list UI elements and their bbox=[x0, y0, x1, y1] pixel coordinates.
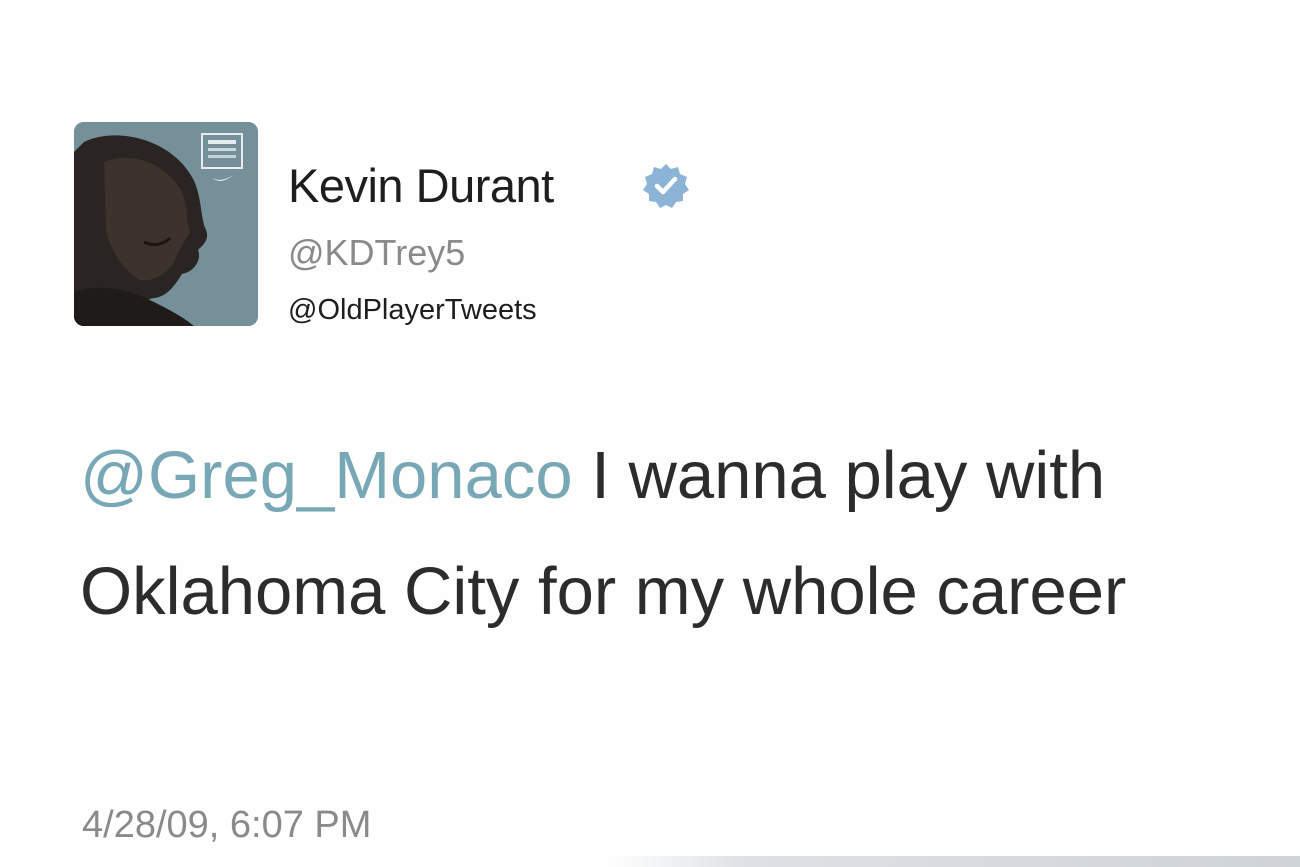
mention-link[interactable]: @Greg_Monaco bbox=[80, 438, 573, 513]
bottom-divider bbox=[610, 856, 1300, 867]
verified-badge-icon bbox=[643, 164, 689, 208]
source-watermark: @OldPlayerTweets bbox=[288, 294, 537, 326]
user-handle[interactable]: @KDTrey5 bbox=[288, 232, 465, 274]
tweet-text: @Greg_Monaco I wanna play with Oklahoma … bbox=[80, 418, 1295, 650]
tweet-card: Kevin Durant @KDTrey5 @OldPlayerTweets @… bbox=[0, 0, 1300, 867]
avatar-photo bbox=[74, 122, 258, 326]
display-name[interactable]: Kevin Durant bbox=[288, 158, 554, 213]
tweet-timestamp[interactable]: 4/28/09, 6:07 PM bbox=[82, 804, 371, 847]
profile-avatar[interactable] bbox=[74, 122, 258, 326]
